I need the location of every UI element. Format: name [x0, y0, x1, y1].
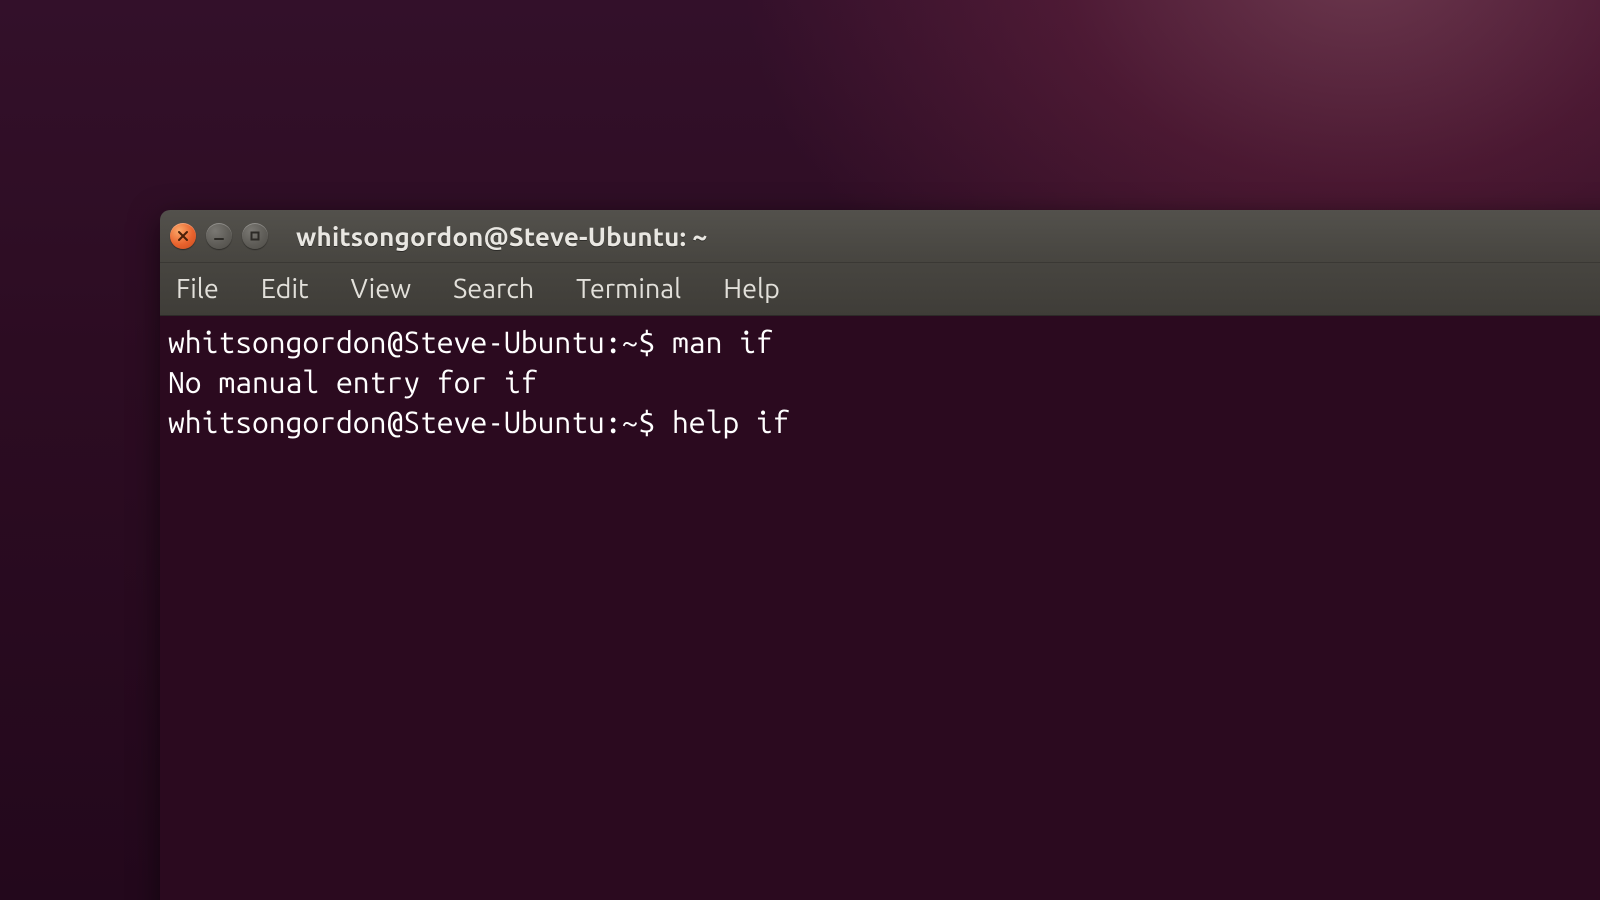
- menu-search[interactable]: Search: [449, 270, 538, 308]
- terminal-command-line: whitsongordon@Steve-Ubuntu:~$ man if: [168, 322, 1600, 362]
- terminal-window: whitsongordon@Steve-Ubuntu: ~ File Edit …: [160, 210, 1600, 900]
- maximize-button[interactable]: [242, 223, 268, 249]
- minimize-button[interactable]: [206, 223, 232, 249]
- terminal-output[interactable]: whitsongordon@Steve-Ubuntu:~$ man ifNo m…: [160, 316, 1600, 900]
- menu-view[interactable]: View: [347, 270, 415, 308]
- menubar: File Edit View Search Terminal Help: [160, 263, 1600, 316]
- minimize-icon: [213, 230, 225, 242]
- close-icon: [177, 230, 189, 242]
- maximize-icon: [249, 230, 261, 242]
- menu-help[interactable]: Help: [719, 270, 784, 308]
- close-button[interactable]: [170, 223, 196, 249]
- desktop-background: whitsongordon@Steve-Ubuntu: ~ File Edit …: [0, 0, 1600, 900]
- menu-terminal[interactable]: Terminal: [572, 270, 685, 308]
- menu-edit[interactable]: Edit: [257, 270, 313, 308]
- window-controls: [170, 223, 268, 249]
- window-title: whitsongordon@Steve-Ubuntu: ~: [296, 222, 707, 251]
- terminal-output-line: No manual entry for if: [168, 362, 1600, 402]
- menu-file[interactable]: File: [172, 270, 223, 308]
- terminal-command-line: whitsongordon@Steve-Ubuntu:~$ help if: [168, 402, 1600, 442]
- window-titlebar[interactable]: whitsongordon@Steve-Ubuntu: ~: [160, 210, 1600, 263]
